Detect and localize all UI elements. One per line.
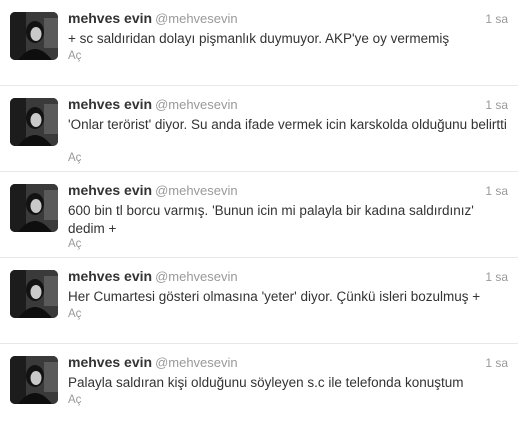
- tweet-timestamp[interactable]: 1 sa: [485, 184, 508, 198]
- tweet-header: mehves evin @mehvesevin 1 sa: [68, 10, 508, 28]
- expand-link[interactable]: Aç: [68, 50, 81, 62]
- avatar-photo-icon: [10, 98, 58, 146]
- avatar-photo-icon: [10, 356, 58, 404]
- tweet-header: mehves evin @mehvesevin 1 sa: [68, 268, 508, 286]
- tweet-timestamp[interactable]: 1 sa: [485, 98, 508, 112]
- tweet-item[interactable]: mehves evin @mehvesevin 1 sa + sc saldıri…: [0, 0, 518, 86]
- expand-link[interactable]: Aç: [68, 394, 81, 406]
- author-username[interactable]: @mehvesevin: [155, 183, 238, 198]
- tweet-header: mehves evin @mehvesevin 1 sa: [68, 354, 508, 372]
- avatar-photo-icon: [10, 270, 58, 318]
- author-username[interactable]: @mehvesevin: [155, 97, 238, 112]
- tweet-timestamp[interactable]: 1 sa: [485, 12, 508, 26]
- avatar[interactable]: [10, 270, 58, 318]
- tweet-item[interactable]: mehves evin @mehvesevin 1 sa 600 bin tl b…: [0, 172, 518, 258]
- expand-link[interactable]: Aç: [68, 152, 81, 164]
- author-fullname[interactable]: mehves evin: [68, 182, 152, 198]
- tweet-header: mehves evin @mehvesevin 1 sa: [68, 96, 508, 114]
- avatar[interactable]: [10, 184, 58, 232]
- avatar[interactable]: [10, 12, 58, 60]
- author-fullname[interactable]: mehves evin: [68, 268, 152, 284]
- author-fullname[interactable]: mehves evin: [68, 354, 152, 370]
- author-username[interactable]: @mehvesevin: [155, 269, 238, 284]
- tweet-header: mehves evin @mehvesevin 1 sa: [68, 182, 508, 200]
- author-fullname[interactable]: mehves evin: [68, 10, 152, 26]
- avatar-photo-icon: [10, 184, 58, 232]
- tweet-text: 'Onlar terörist' diyor. Su anda ifade ve…: [68, 117, 507, 132]
- avatar[interactable]: [10, 356, 58, 404]
- author-username[interactable]: @mehvesevin: [155, 11, 238, 26]
- tweet-text: 600 bin tl borcu varmış. 'Bunun icin mi …: [68, 203, 474, 236]
- author-username[interactable]: @mehvesevin: [155, 355, 238, 370]
- tweet-item[interactable]: mehves evin @mehvesevin 1 sa Her Cumartes…: [0, 258, 518, 344]
- expand-link[interactable]: Aç: [68, 308, 81, 320]
- tweet-timestamp[interactable]: 1 sa: [485, 356, 508, 370]
- expand-link[interactable]: Aç: [68, 238, 81, 250]
- tweet-timeline: mehves evin @mehvesevin 1 sa + sc saldıri…: [0, 0, 518, 410]
- tweet-text: Palayla saldıran kişi olduğunu söyleyen …: [68, 375, 464, 390]
- avatar[interactable]: [10, 98, 58, 146]
- author-fullname[interactable]: mehves evin: [68, 96, 152, 112]
- tweet-text: + sc saldıridan dolayı pişmanlık duymuyo…: [68, 31, 450, 46]
- tweet-text: Her Cumartesi gösteri olmasına 'yeter' d…: [68, 289, 481, 304]
- tweet-timestamp[interactable]: 1 sa: [485, 270, 508, 284]
- tweet-item[interactable]: mehves evin @mehvesevin 1 sa 'Onlar terör…: [0, 86, 518, 172]
- tweet-item[interactable]: mehves evin @mehvesevin 1 sa Palayla sald…: [0, 344, 518, 430]
- avatar-photo-icon: [10, 12, 58, 60]
